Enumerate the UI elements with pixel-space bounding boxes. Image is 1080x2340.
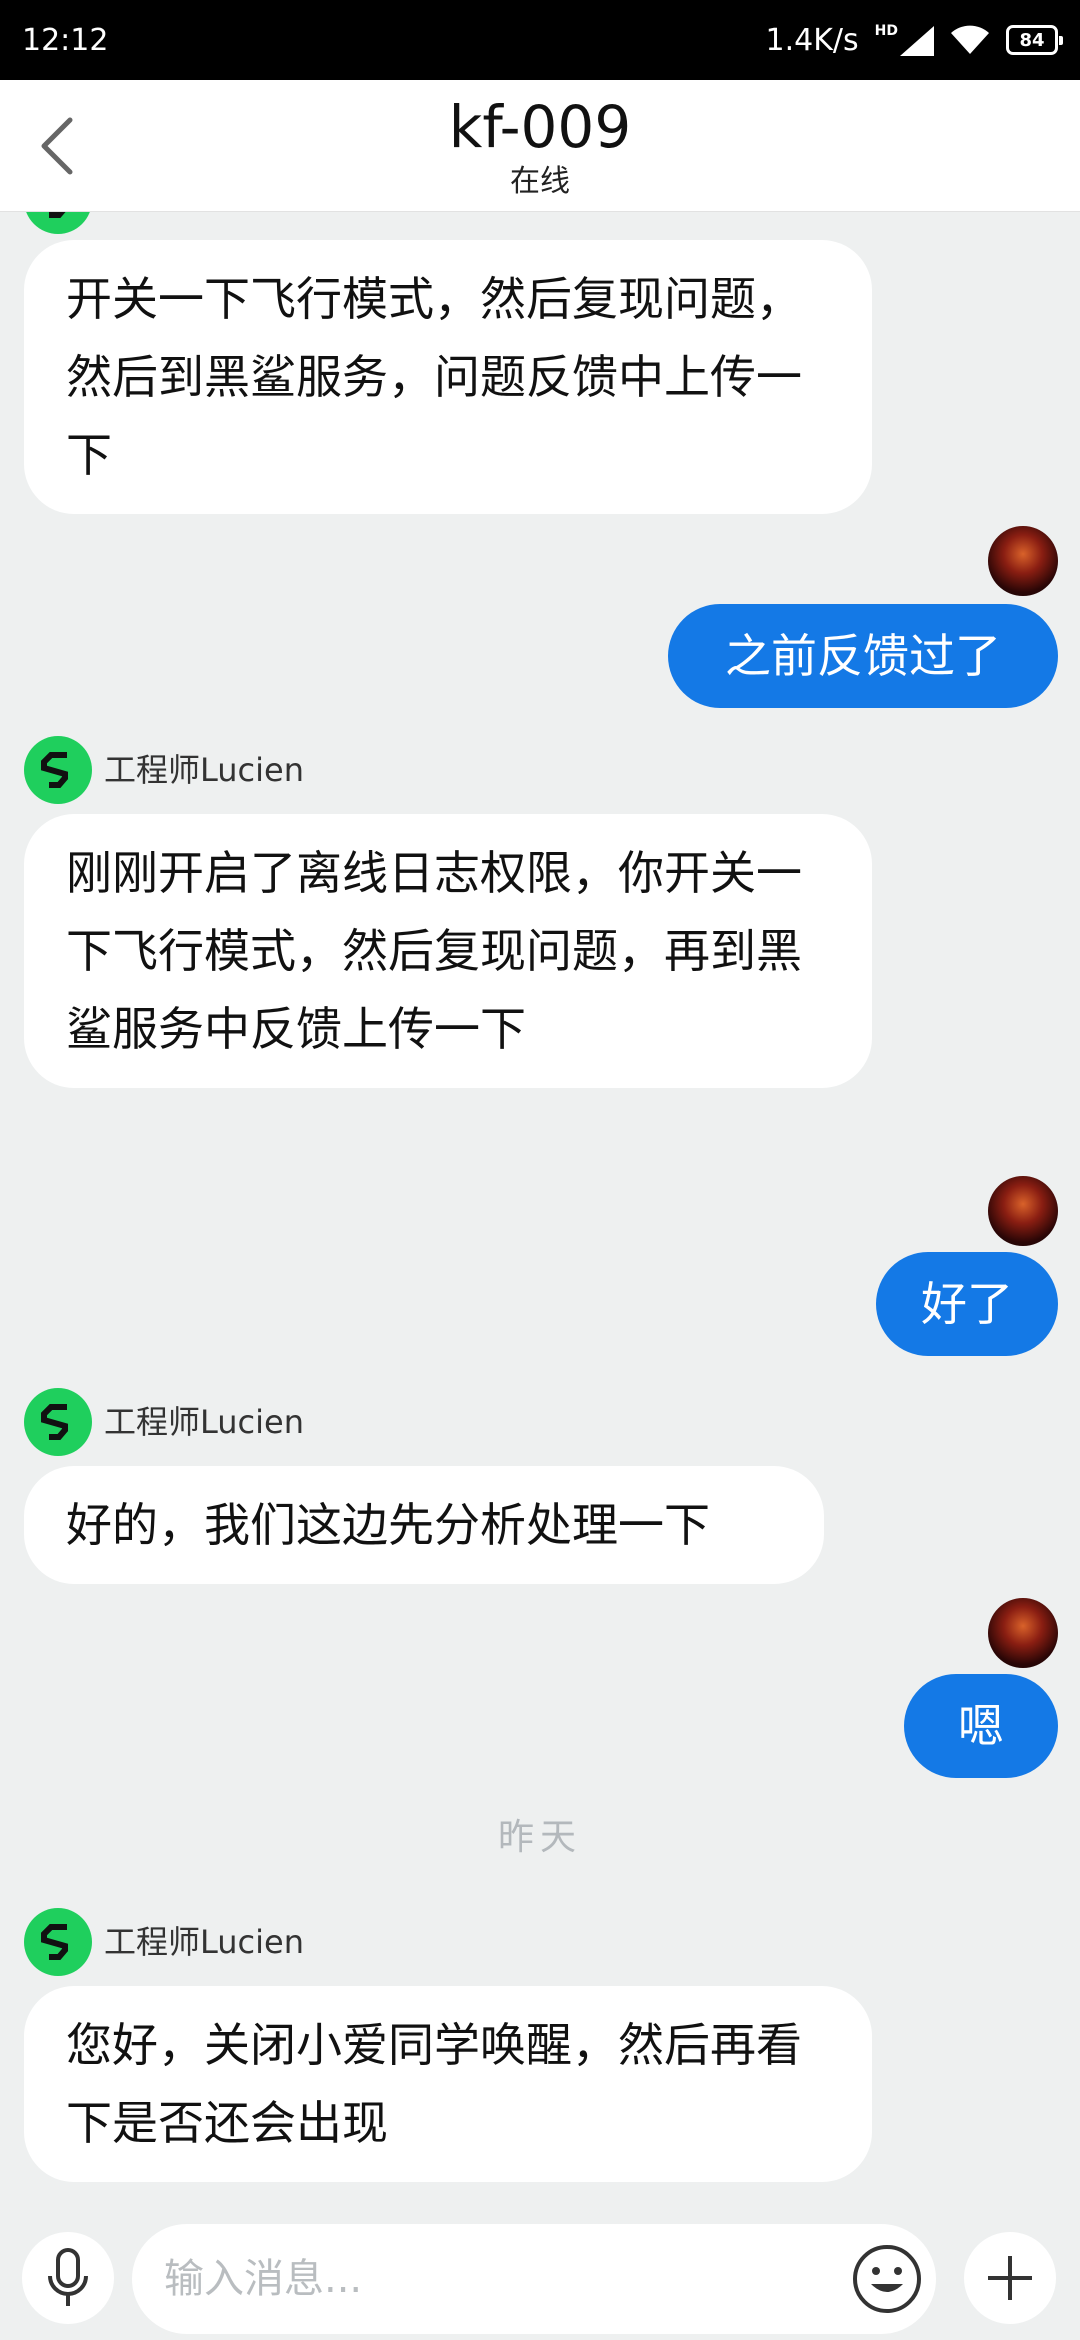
message-input-container bbox=[132, 2224, 936, 2334]
message-text: 嗯 bbox=[958, 1699, 1004, 1753]
network-speed: 1.4K/s bbox=[765, 22, 859, 58]
agent-avatar[interactable] bbox=[24, 1908, 92, 1976]
message-bubble-agent[interactable]: 开关一下飞行模式，然后复现问题，然后到黑鲨服务，问题反馈中上传一下 bbox=[24, 240, 872, 514]
black-shark-logo-icon bbox=[41, 752, 68, 788]
online-status: 在线 bbox=[510, 164, 570, 199]
message-text: 刚刚开启了离线日志权限，你开关一下飞行模式，然后复现问题，再到黑鲨服务中反馈上传… bbox=[66, 846, 802, 1056]
status-bar: 12:12 1.4K/s HD 84 bbox=[0, 0, 1080, 80]
chat-header: kf-009 在线 bbox=[0, 80, 1080, 212]
message-bubble-agent[interactable]: 您好，关闭小爱同学唤醒，然后再看下是否还会出现 bbox=[24, 1986, 872, 2182]
status-icons: 1.4K/s HD 84 bbox=[765, 22, 1063, 58]
message-bubble-agent[interactable]: 刚刚开启了离线日志权限，你开关一下飞行模式，然后复现问题，再到黑鲨服务中反馈上传… bbox=[24, 814, 872, 1088]
voice-button[interactable] bbox=[22, 2232, 114, 2324]
sender-name: 工程师Lucien bbox=[104, 1403, 305, 1441]
plus-button[interactable] bbox=[964, 2232, 1056, 2324]
sender-name: 工程师Lucien bbox=[104, 1923, 305, 1961]
battery-level: 84 bbox=[1019, 29, 1045, 51]
message-text: 好的，我们这边先分析处理一下 bbox=[66, 1498, 710, 1552]
plus-icon bbox=[988, 2256, 1032, 2300]
status-time: 12:12 bbox=[22, 22, 109, 58]
user-avatar[interactable] bbox=[988, 1176, 1058, 1246]
agent-avatar[interactable] bbox=[24, 1388, 92, 1456]
black-shark-logo-icon bbox=[49, 212, 66, 218]
user-avatar[interactable] bbox=[988, 1598, 1058, 1668]
wifi-icon bbox=[951, 25, 989, 54]
date-divider: 昨天 bbox=[497, 1817, 582, 1858]
microphone-icon bbox=[48, 2248, 88, 2306]
user-avatar[interactable] bbox=[988, 526, 1058, 596]
message-bubble-user[interactable]: 好了 bbox=[876, 1252, 1058, 1356]
message-text: 好了 bbox=[921, 1277, 1013, 1331]
message-bubble-user[interactable]: 之前反馈过了 bbox=[668, 604, 1058, 708]
sender-name: 工程师Lucien bbox=[104, 751, 305, 789]
message-text: 您好，关闭小爱同学唤醒，然后再看下是否还会出现 bbox=[66, 2018, 802, 2150]
message-input[interactable] bbox=[164, 2224, 844, 2334]
message-list[interactable]: 开关一下飞行模式，然后复现问题，然后到黑鲨服务，问题反馈中上传一下 之前反馈过了… bbox=[0, 212, 1080, 2220]
black-shark-logo-icon bbox=[41, 1404, 68, 1440]
emoji-icon[interactable] bbox=[850, 2242, 924, 2316]
message-bubble-user[interactable]: 嗯 bbox=[904, 1674, 1058, 1778]
battery-icon: 84 bbox=[1006, 25, 1063, 55]
input-bar bbox=[0, 2220, 1080, 2340]
message-text: 开关一下飞行模式，然后复现问题，然后到黑鲨服务，问题反馈中上传一下 bbox=[66, 272, 802, 482]
agent-avatar[interactable] bbox=[24, 212, 92, 234]
agent-avatar[interactable] bbox=[24, 736, 92, 804]
signal-icon: HD bbox=[875, 24, 934, 56]
black-shark-logo-icon bbox=[41, 1924, 68, 1960]
message-text: 之前反馈过了 bbox=[725, 629, 1001, 683]
message-bubble-agent[interactable]: 好的，我们这边先分析处理一下 bbox=[24, 1466, 824, 1584]
chat-title: kf-009 bbox=[448, 93, 632, 161]
